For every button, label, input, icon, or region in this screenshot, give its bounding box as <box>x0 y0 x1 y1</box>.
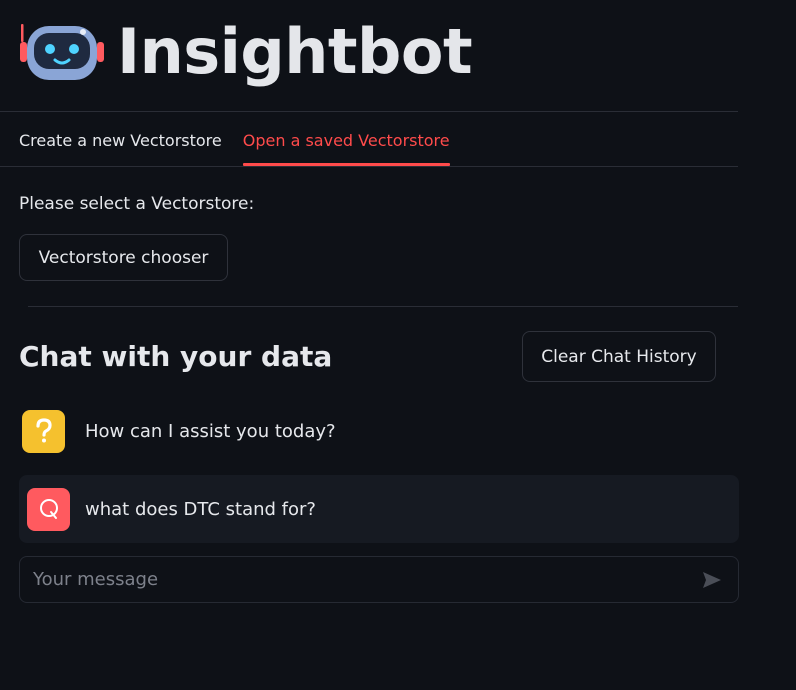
assistant-message-text: How can I assist you today? <box>85 420 336 442</box>
app-header: Insightbot <box>19 15 473 88</box>
speech-bubble-q-icon <box>39 499 58 519</box>
section-divider <box>28 306 738 307</box>
user-avatar <box>27 487 70 531</box>
chat-message-user: what does DTC stand for? <box>19 475 739 543</box>
tab-divider <box>0 166 738 167</box>
question-mark-icon <box>35 418 52 443</box>
vectorstore-select-label: Please select a Vectorstore: <box>19 194 255 214</box>
chat-message-assistant: How can I assist you today? <box>19 406 739 456</box>
app-page: Insightbot Create a new Vectorstore Open… <box>0 0 796 690</box>
tab-bar: Create a new Vectorstore Open a saved Ve… <box>19 128 450 166</box>
send-button[interactable] <box>692 560 732 600</box>
chat-message-input[interactable] <box>20 556 692 603</box>
app-title: Insightbot <box>117 15 473 88</box>
chat-heading: Chat with your data <box>19 340 333 373</box>
vectorstore-chooser-button[interactable]: Vectorstore chooser <box>19 234 228 281</box>
robot-logo-icon <box>20 24 104 80</box>
assistant-avatar <box>22 409 65 453</box>
user-message-text: what does DTC stand for? <box>85 498 316 520</box>
tab-open-vectorstore[interactable]: Open a saved Vectorstore <box>242 128 450 166</box>
send-arrow-icon <box>703 571 721 588</box>
chat-input-container <box>19 556 739 603</box>
clear-chat-history-button[interactable]: Clear Chat History <box>522 331 716 382</box>
header-divider <box>0 111 738 112</box>
tab-create-vectorstore[interactable]: Create a new Vectorstore <box>19 128 222 166</box>
